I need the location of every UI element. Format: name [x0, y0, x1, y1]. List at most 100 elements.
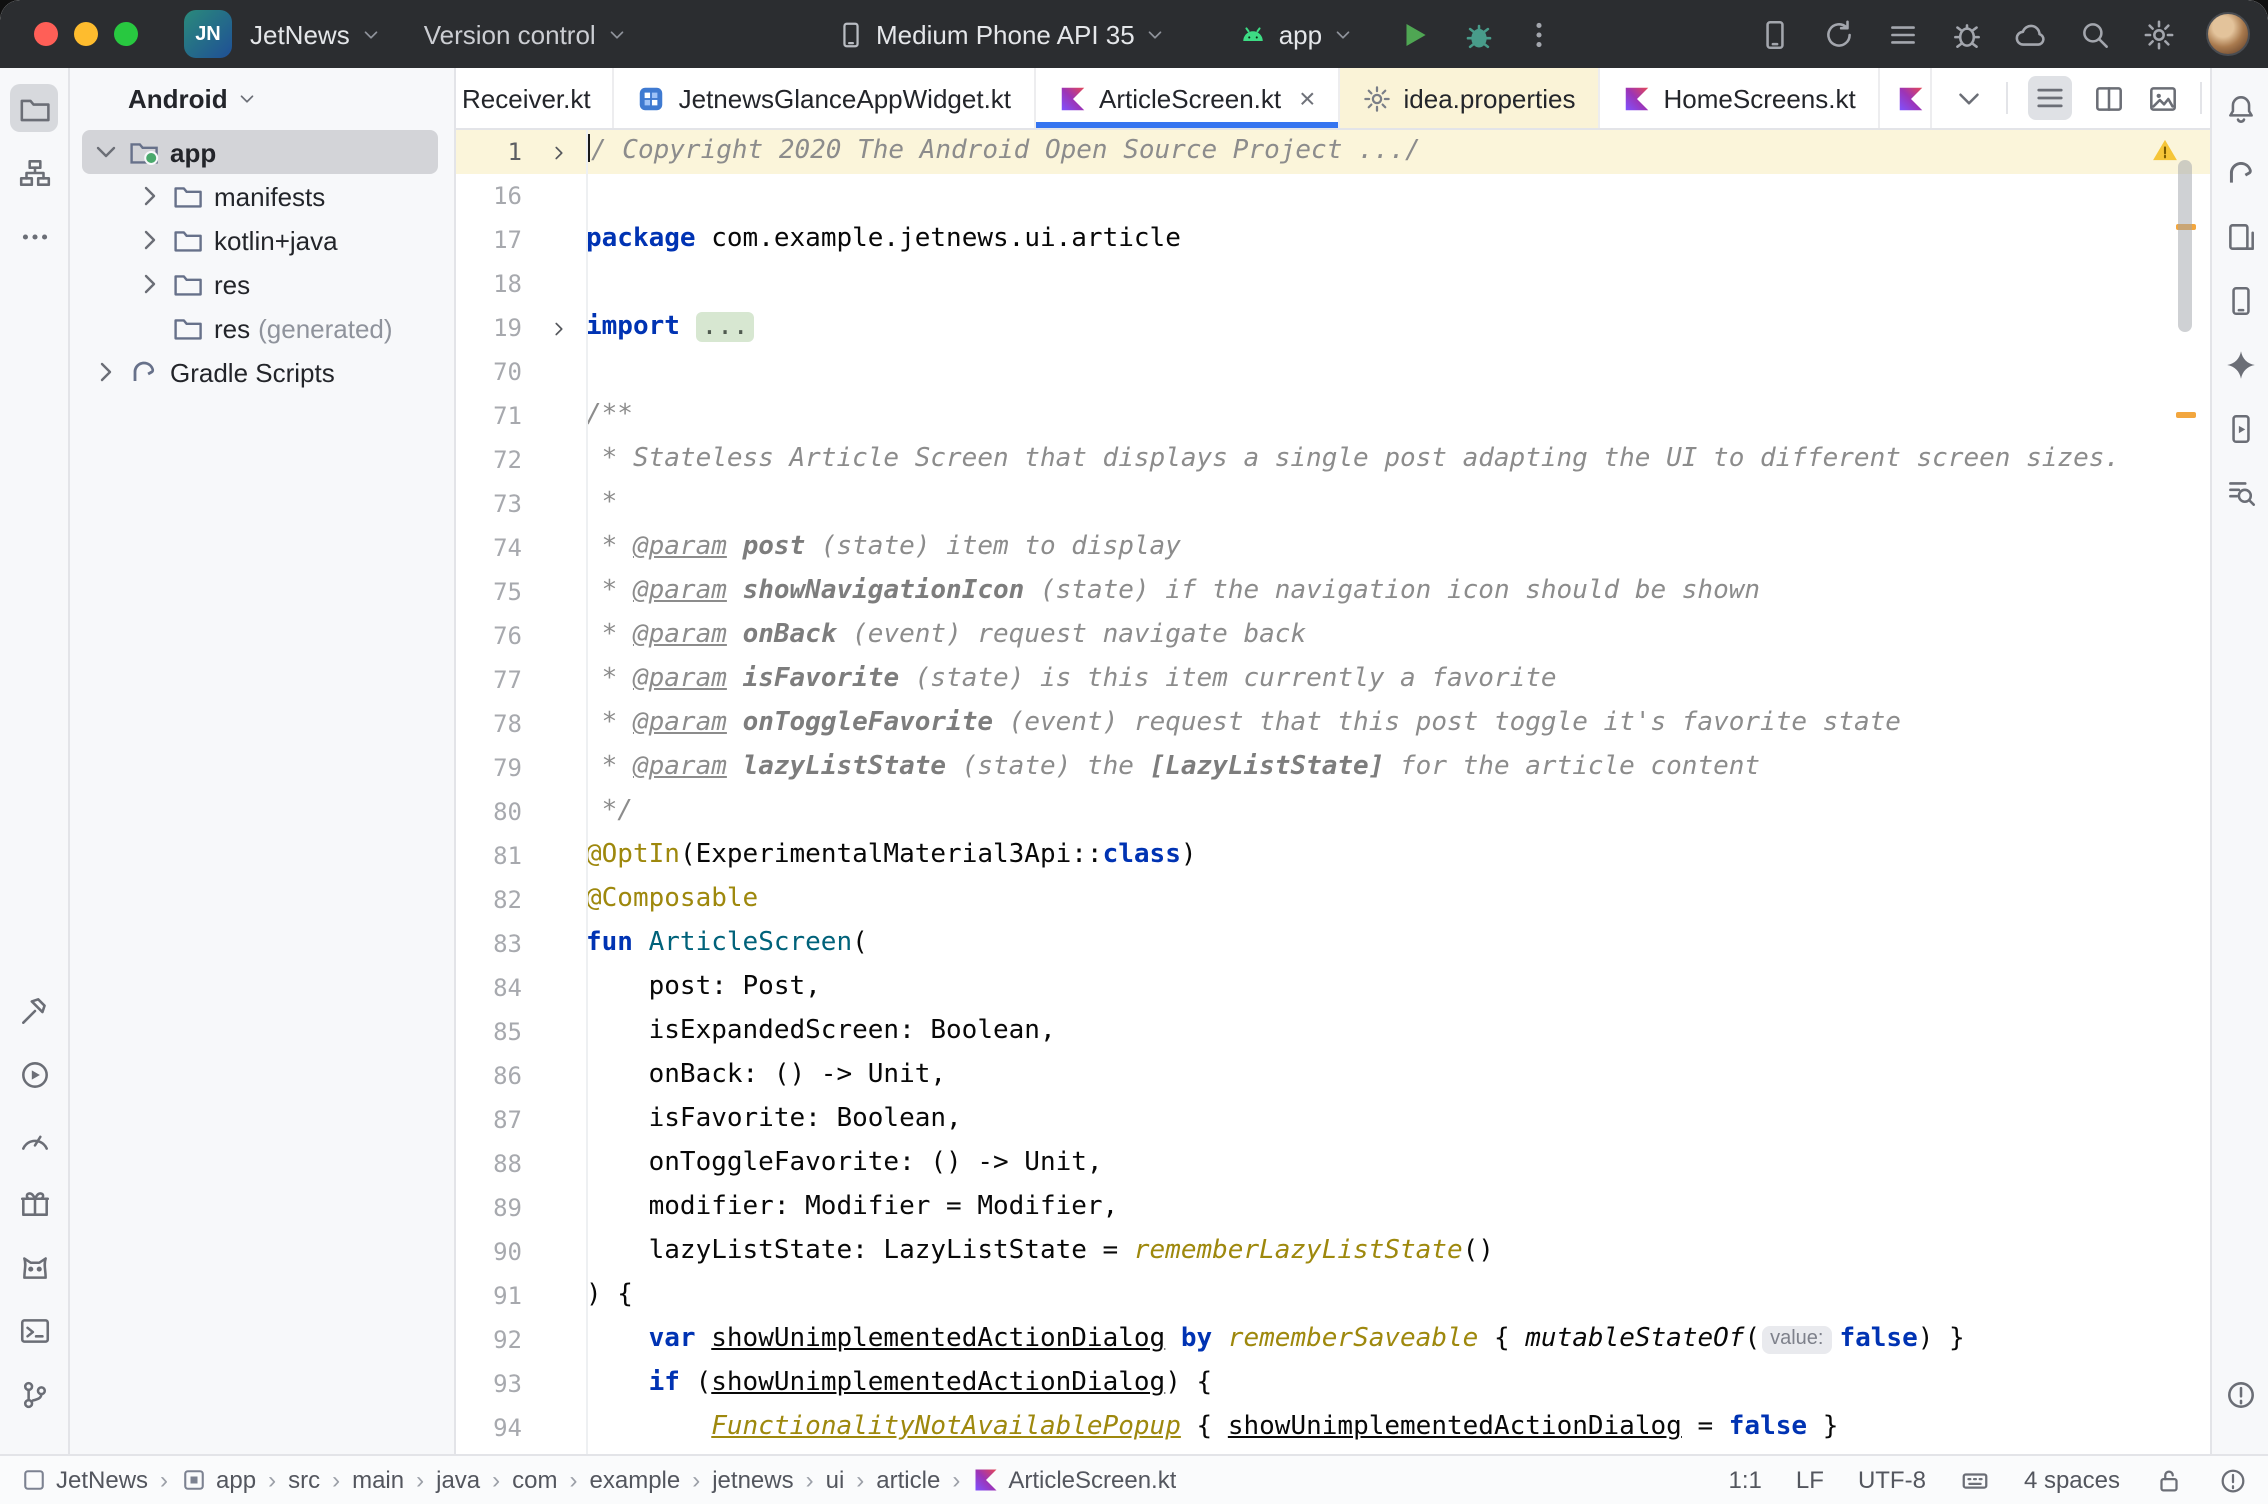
- gutter[interactable]: 70: [456, 350, 586, 394]
- breadcrumb-item-example[interactable]: example: [590, 1466, 681, 1494]
- line-number[interactable]: 74: [456, 526, 522, 570]
- find-icon[interactable]: [2216, 468, 2264, 516]
- line-number[interactable]: 72: [456, 438, 522, 482]
- terminal-icon[interactable]: [10, 1306, 58, 1354]
- branch-icon[interactable]: [10, 1370, 58, 1418]
- code-text[interactable]: @OptIn(ExperimentalMaterial3Api::class): [586, 834, 2210, 878]
- code-text[interactable]: modifier: Modifier = Modifier,: [586, 1186, 2210, 1230]
- gutter[interactable]: 85: [456, 1010, 586, 1054]
- line-number[interactable]: 17: [456, 218, 522, 262]
- tree-item-res[interactable]: res: [82, 262, 438, 306]
- gutter[interactable]: 79: [456, 746, 586, 790]
- close-icon[interactable]: ×: [1299, 84, 1315, 112]
- inspection-warning-indicator[interactable]: [2150, 136, 2180, 164]
- code-text[interactable]: / Copyright 2020 The Android Open Source…: [586, 130, 2210, 174]
- line-number[interactable]: 88: [456, 1142, 522, 1186]
- tree-item-res[interactable]: res(generated): [82, 306, 438, 350]
- code-text[interactable]: [586, 262, 2210, 306]
- preview-button[interactable]: [2146, 81, 2180, 115]
- profiler-icon[interactable]: [10, 1114, 58, 1162]
- minimize-window-button[interactable]: [74, 22, 98, 46]
- breadcrumb-item-main[interactable]: main: [352, 1466, 404, 1494]
- tree-item-gradle-scripts[interactable]: Gradle Scripts: [82, 350, 438, 394]
- code-line-19[interactable]: 19import ...: [456, 306, 2210, 350]
- fold-chevron-icon[interactable]: [548, 141, 570, 163]
- code-text[interactable]: var showUnimplementedActionDialog by rem…: [586, 1318, 2210, 1362]
- logcat-icon[interactable]: [10, 1242, 58, 1290]
- project-menu[interactable]: JetNews: [250, 19, 382, 49]
- gutter[interactable]: 93: [456, 1362, 586, 1406]
- line-number[interactable]: 78: [456, 702, 522, 746]
- chevron-right-icon[interactable]: [134, 268, 166, 300]
- chevron-right-icon[interactable]: [134, 180, 166, 212]
- hidden-tabs-button[interactable]: [1952, 81, 1986, 115]
- code-text[interactable]: [586, 174, 2210, 218]
- more-actions-button[interactable]: [1522, 17, 1556, 51]
- code-text[interactable]: post: Post,: [586, 966, 2210, 1010]
- code-line-89[interactable]: 89 modifier: Modifier = Modifier,: [456, 1186, 2210, 1230]
- gutter[interactable]: 92: [456, 1318, 586, 1362]
- problems-icon[interactable]: [2216, 1370, 2264, 1418]
- line-separator[interactable]: LF: [1796, 1466, 1824, 1494]
- code-editor[interactable]: 1 / Copyright 2020 The Android Open Sourc…: [456, 130, 2210, 1454]
- breadcrumb-item-java[interactable]: java: [436, 1466, 480, 1494]
- sync-button[interactable]: [1822, 17, 1856, 51]
- gutter[interactable]: 73: [456, 482, 586, 526]
- breadcrumb-item-com[interactable]: com: [512, 1466, 557, 1494]
- search-everywhere-button[interactable]: [2078, 17, 2112, 51]
- code-line-90[interactable]: 90 lazyListState: LazyListState = rememb…: [456, 1230, 2210, 1274]
- debug-button[interactable]: [1462, 17, 1496, 51]
- code-text[interactable]: * @param showNavigationIcon (state) if t…: [586, 570, 2210, 614]
- gutter[interactable]: 82: [456, 878, 586, 922]
- line-number[interactable]: 83: [456, 922, 522, 966]
- line-number[interactable]: 93: [456, 1362, 522, 1406]
- error-indicator-icon[interactable]: [2218, 1465, 2248, 1495]
- gutter[interactable]: 89: [456, 1186, 586, 1230]
- gutter[interactable]: 74: [456, 526, 586, 570]
- code-line-1[interactable]: 1 / Copyright 2020 The Android Open Sourc…: [456, 130, 2210, 174]
- line-number[interactable]: 76: [456, 614, 522, 658]
- code-line-79[interactable]: 79 * @param lazyListState (state) the [L…: [456, 746, 2210, 790]
- breadcrumb-item-articlescreen-kt[interactable]: ArticleScreen.kt: [972, 1466, 1176, 1494]
- code-line-74[interactable]: 74 * @param post (state) item to display: [456, 526, 2210, 570]
- gemini-icon[interactable]: [2216, 340, 2264, 388]
- line-number[interactable]: 77: [456, 658, 522, 702]
- indent-setting[interactable]: 4 spaces: [2024, 1466, 2120, 1494]
- tab-receiver-kt[interactable]: Receiver.kt: [456, 68, 615, 128]
- gutter[interactable]: 19: [456, 306, 586, 350]
- code-line-72[interactable]: 72 * Stateless Article Screen that displ…: [456, 438, 2210, 482]
- code-line-86[interactable]: 86 onBack: () -> Unit,: [456, 1054, 2210, 1098]
- tree-item-kotlin-java[interactable]: kotlin+java: [82, 218, 438, 262]
- running-devices-icon[interactable]: [2216, 404, 2264, 452]
- code-line-92[interactable]: 92 var showUnimplementedActionDialog by …: [456, 1318, 2210, 1362]
- line-number[interactable]: 73: [456, 482, 522, 526]
- settings-button[interactable]: [2142, 17, 2176, 51]
- gutter[interactable]: 18: [456, 262, 586, 306]
- code-line-93[interactable]: 93 if (showUnimplementedActionDialog) {: [456, 1362, 2210, 1406]
- gift-icon[interactable]: [10, 1178, 58, 1226]
- chevron-right-icon[interactable]: [90, 356, 122, 388]
- line-number[interactable]: 19: [456, 306, 522, 350]
- cloud-devices-button[interactable]: [2014, 17, 2048, 51]
- tab-homescreens-kt[interactable]: HomeScreens.kt: [1600, 68, 1880, 128]
- code-text[interactable]: /**: [586, 394, 2210, 438]
- line-number[interactable]: 1: [456, 130, 522, 174]
- vcs-menu[interactable]: Version control: [424, 19, 628, 49]
- code-text[interactable]: lazyListState: LazyListState = rememberL…: [586, 1230, 2210, 1274]
- caret-position[interactable]: 1:1: [1729, 1466, 1762, 1494]
- gutter[interactable]: 91: [456, 1274, 586, 1318]
- code-line-88[interactable]: 88 onToggleFavorite: () -> Unit,: [456, 1142, 2210, 1186]
- code-text[interactable]: * @param post (state) item to display: [586, 526, 2210, 570]
- line-number[interactable]: 86: [456, 1054, 522, 1098]
- gutter[interactable]: 80: [456, 790, 586, 834]
- code-text[interactable]: */: [586, 790, 2210, 834]
- code-text[interactable]: * @param isFavorite (state) is this item…: [586, 658, 2210, 702]
- code-line-73[interactable]: 73 *: [456, 482, 2210, 526]
- build-icon[interactable]: [10, 986, 58, 1034]
- breadcrumb-item-jetnews[interactable]: JetNews: [20, 1466, 148, 1494]
- gutter[interactable]: 81: [456, 834, 586, 878]
- line-number[interactable]: 87: [456, 1098, 522, 1142]
- run-config-selector[interactable]: app: [1239, 19, 1354, 49]
- tab-stub[interactable]: [1880, 68, 1932, 128]
- code-line-76[interactable]: 76 * @param onBack (event) request navig…: [456, 614, 2210, 658]
